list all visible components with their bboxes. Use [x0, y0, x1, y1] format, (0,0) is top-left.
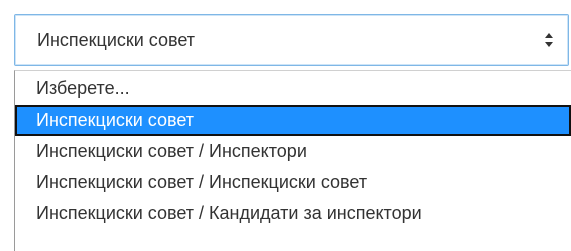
option-label: Инспекциски совет / Инспекциски совет — [36, 172, 368, 192]
option-label: Инспекциски совет / Кандидати за инспект… — [36, 203, 422, 223]
option-inspection-council-candidates[interactable]: Инспекциски совет / Кандидати за инспект… — [15, 198, 571, 229]
option-label: Инспекциски совет — [36, 110, 195, 130]
option-choose[interactable]: Изберете... — [15, 71, 571, 105]
option-inspection-council-inspection-council[interactable]: Инспекциски совет / Инспекциски совет — [15, 167, 571, 198]
option-label: Инспекциски совет / Инспектори — [36, 141, 307, 161]
category-select[interactable]: Инспекциски совет — [14, 14, 569, 66]
select-dropdown-list[interactable]: Изберете... Инспекциски совет Инспекциск… — [14, 70, 571, 251]
page: Инспекциски совет Изберете... Инспекциск… — [0, 0, 571, 251]
select-current-value: Инспекциски совет — [37, 30, 196, 50]
option-inspection-council[interactable]: Инспекциски совет — [15, 105, 571, 136]
option-label: Изберете... — [36, 78, 130, 98]
updown-arrows-icon — [544, 30, 554, 50]
option-inspection-council-inspectors[interactable]: Инспекциски совет / Инспектори — [15, 136, 571, 167]
